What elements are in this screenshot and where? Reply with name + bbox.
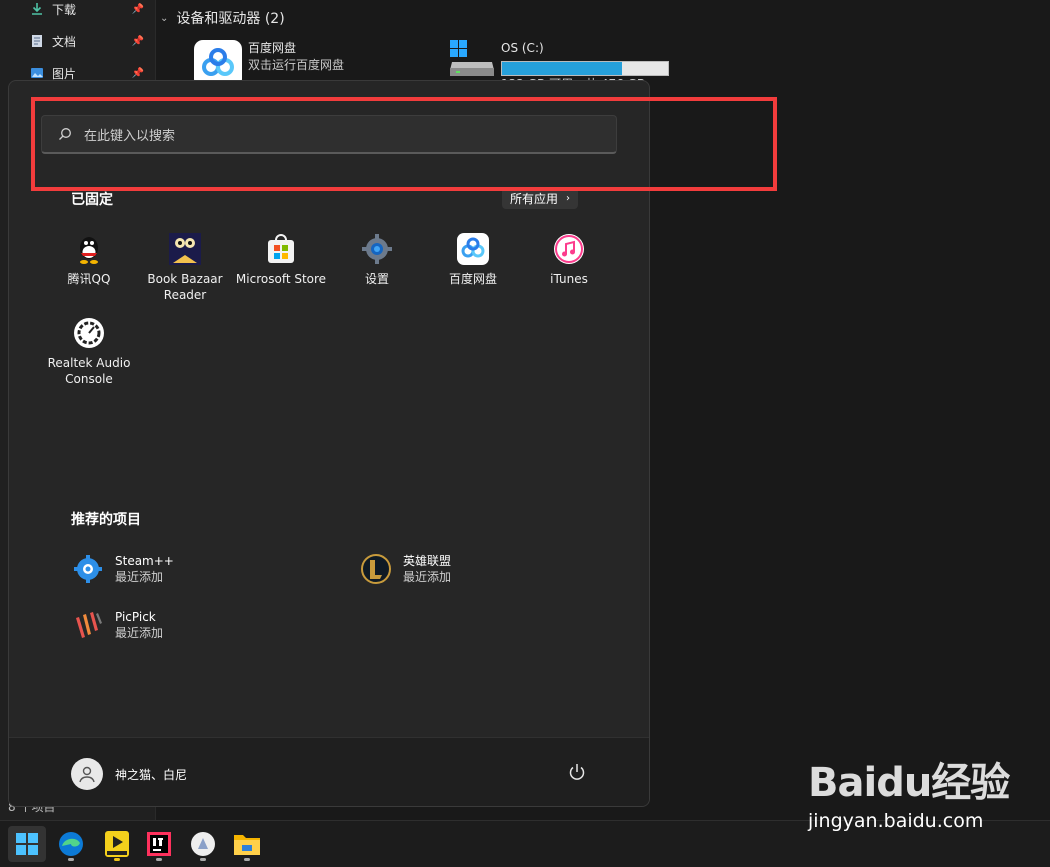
store-icon [268, 234, 294, 263]
user-icon [79, 766, 95, 783]
start-menu-footer: 神之猫、白尼 [9, 737, 649, 806]
pinned-app-microsoft-store[interactable]: Microsoft Store [233, 233, 329, 287]
baidu-jingyan-watermark: Baidu经验 jingyan.baidu.com [808, 750, 1010, 832]
settings-gear-icon [362, 234, 392, 264]
file-explorer-icon [234, 835, 260, 855]
drive-name: 百度网盘 [248, 41, 297, 55]
taskbar-file-explorer[interactable] [228, 826, 266, 862]
running-indicator [156, 858, 162, 861]
app-icon [191, 832, 215, 856]
app-label: Microsoft Store [235, 272, 327, 286]
devices-section-header[interactable]: ⌄ 设备和驱动器 (2) [160, 8, 285, 28]
nav-item-label: 图片 [52, 66, 77, 81]
taskbar-app[interactable] [184, 826, 222, 862]
start-button[interactable] [8, 826, 46, 862]
player-icon [105, 831, 129, 857]
watermark-logo: Baidu经验 [808, 760, 1010, 806]
taskbar-edge[interactable] [52, 826, 90, 862]
recommended-item-steam-plus[interactable]: Steam++ 最近添加 [73, 553, 174, 585]
realtek-audio-icon [74, 318, 104, 348]
pinned-app-itunes[interactable]: iTunes [521, 233, 617, 287]
highlight-rectangle [31, 97, 777, 191]
app-label: 百度网盘 [448, 272, 497, 286]
nav-item-label: 下载 [52, 2, 77, 17]
running-indicator [244, 858, 250, 861]
league-icon [361, 554, 391, 584]
recommended-item-picpick[interactable]: PicPick 最近添加 [73, 609, 163, 641]
baidu-netdisk-icon [457, 233, 489, 265]
intellij-icon [147, 832, 171, 856]
avatar [71, 758, 103, 790]
pinned-app-realtek-audio[interactable]: Realtek Audio Console [41, 317, 137, 387]
drive-name: OS (C:) [501, 41, 544, 55]
edge-icon [59, 832, 83, 856]
pinned-app-qq[interactable]: 腾讯QQ [41, 233, 137, 287]
recommended-name: Steam++ [115, 554, 174, 568]
recommended-item-league[interactable]: 英雄联盟 最近添加 [361, 553, 451, 585]
app-label: Realtek Audio Console [47, 356, 131, 386]
picpick-icon [76, 612, 102, 638]
recommended-section-title: 推荐的项目 [71, 512, 141, 528]
watermark-url: jingyan.baidu.com [808, 810, 984, 832]
taskbar-player[interactable] [98, 826, 136, 862]
pinned-app-book-bazaar[interactable]: Book Bazaar Reader [137, 233, 233, 303]
recommended-subtitle: 最近添加 [403, 570, 452, 584]
power-icon[interactable] [567, 762, 587, 782]
user-name: 神之猫、白尼 [115, 767, 188, 782]
running-indicator [200, 858, 206, 861]
itunes-icon [554, 234, 584, 264]
app-label: 腾讯QQ [67, 272, 111, 286]
pinned-app-baidu-netdisk[interactable]: 百度网盘 [425, 233, 521, 287]
pinned-app-settings[interactable]: 设置 [329, 233, 425, 287]
book-bazaar-icon [169, 233, 201, 265]
pin-icon: 📌 [131, 67, 144, 79]
qq-icon [80, 237, 98, 264]
chevron-down-icon: ⌄ [160, 12, 169, 24]
drive-icon [450, 40, 494, 76]
recommended-subtitle: 最近添加 [115, 626, 164, 640]
nav-item-downloads[interactable]: 下载 📌 [30, 0, 150, 22]
nav-item-label: 文档 [52, 34, 77, 49]
drive-usage-fill [502, 62, 622, 75]
chevron-right-icon: › [566, 192, 571, 204]
pin-icon: 📌 [131, 3, 144, 15]
document-icon [32, 35, 42, 47]
taskbar-intellij[interactable] [140, 826, 178, 862]
user-account-button[interactable]: 神之猫、白尼 [71, 758, 187, 790]
windows-start-icon [16, 833, 38, 855]
nav-item-documents[interactable]: 文档 📌 [30, 28, 150, 54]
pin-icon: 📌 [131, 35, 144, 47]
picture-icon [31, 68, 43, 78]
pinned-section-title: 已固定 [71, 192, 113, 208]
steam-plus-icon [74, 555, 102, 583]
recommended-name: PicPick [115, 610, 156, 624]
recommended-name: 英雄联盟 [403, 554, 452, 568]
app-label: iTunes [550, 272, 588, 286]
section-title: 设备和驱动器 (2) [176, 11, 285, 27]
drive-subtitle: 双击运行百度网盘 [248, 58, 345, 72]
download-icon [32, 3, 42, 15]
drive-usage-bar [501, 61, 669, 76]
all-apps-label: 所有应用 [510, 191, 559, 206]
app-label: Book Bazaar Reader [147, 272, 223, 302]
recommended-subtitle: 最近添加 [115, 570, 164, 584]
running-indicator [68, 858, 74, 861]
running-indicator [114, 858, 120, 861]
app-label: 设置 [364, 272, 389, 286]
